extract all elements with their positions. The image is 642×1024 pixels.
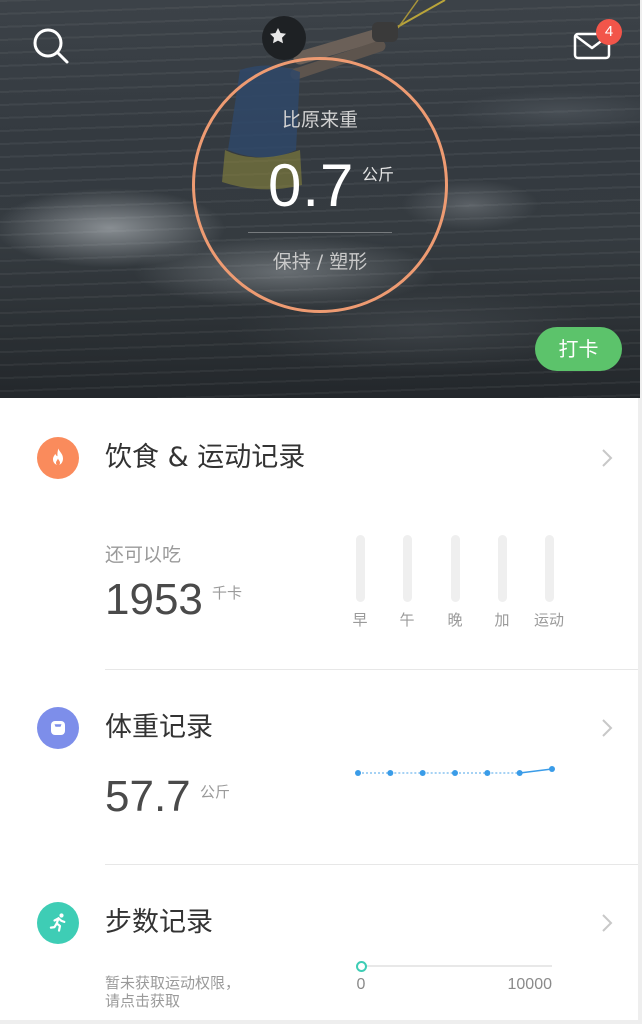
weight-card-title: 体重记录 [105, 712, 213, 743]
weight-change-value: 0.7 [268, 152, 355, 219]
trend-point [516, 770, 523, 776]
weight-record-card[interactable]: 体重记录 57.7 公斤 [0, 670, 638, 864]
remaining-calories-label: 还可以吃 [105, 544, 182, 566]
steps-card-title: 步数记录 [105, 907, 213, 938]
weight-trend-chart [355, 766, 555, 776]
current-weight-value: 57.7 [105, 772, 191, 821]
trend-point [549, 766, 555, 772]
mail-unread-badge: 4 [596, 19, 622, 45]
meal-bar [544, 535, 554, 602]
meal-bar-label: 运动 [533, 611, 564, 629]
trend-segment [519, 768, 553, 774]
trend-point [484, 770, 491, 776]
trend-point [452, 770, 458, 776]
meal-column-exercise: 运动 [519, 535, 579, 635]
remaining-calories-value: 1953 [105, 575, 203, 624]
weight-change-unit: 公斤 [362, 165, 395, 184]
trend-point [387, 770, 394, 776]
hero-banner: 4 比原来重 0.7 公斤 保持 / 塑形 打卡 [0, 0, 640, 398]
goal-label: 保持 / 塑形 [272, 251, 368, 273]
ring-divider [248, 232, 392, 233]
ring-caption: 比原来重 [281, 109, 358, 131]
motion-permission-notice[interactable]: 暂未获取运动权限， 请点击获取 [105, 974, 305, 1010]
chevron-right-icon[interactable] [601, 913, 613, 933]
remaining-calories-unit: 千卡 [212, 584, 243, 602]
trend-point [355, 770, 361, 776]
steps-progress-track [355, 960, 552, 972]
current-weight-unit: 公斤 [200, 783, 231, 801]
meal-bar [450, 535, 460, 602]
chevron-right-icon[interactable] [601, 718, 613, 738]
weight-change-ring: 比原来重 0.7 公斤 保持 / 塑形 [192, 57, 448, 313]
steps-record-card[interactable]: 步数记录 暂未获取运动权限， 请点击获取 0 10000 [0, 865, 638, 1020]
meal-bar [402, 535, 412, 602]
steps-progress-knob [355, 960, 367, 972]
steps-range-max: 10000 [507, 976, 553, 993]
meal-bar [497, 535, 507, 602]
chevron-right-icon[interactable] [601, 448, 613, 468]
search-icon[interactable] [28, 23, 72, 67]
steps-range-min: 0 [356, 976, 366, 993]
checkin-button[interactable]: 打卡 [535, 327, 622, 371]
meal-bar [355, 535, 365, 602]
trend-point [419, 770, 426, 776]
records-panel: 饮食 & 运动记录 还可以吃 1953 千卡 早 午 晚 加 运动 体重记录 5… [0, 398, 638, 1020]
permission-notice-line: 暂未获取运动权限， [105, 974, 241, 992]
scale-icon [37, 707, 79, 749]
permission-request-link[interactable]: 请点击获取 [105, 992, 305, 1010]
runner-icon [37, 902, 79, 944]
fire-icon [37, 437, 79, 479]
diet-exercise-card[interactable]: 饮食 & 运动记录 还可以吃 1953 千卡 早 午 晚 加 运动 [0, 398, 638, 669]
diet-card-title: 饮食 & 运动记录 [105, 442, 306, 473]
